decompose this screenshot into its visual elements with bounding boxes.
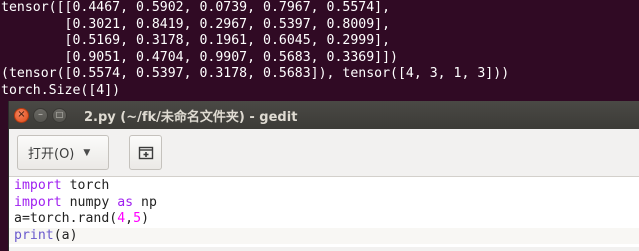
code-editor[interactable]: import torch import numpy as np a=torch.…: [9, 177, 639, 247]
code-token: numpy: [61, 194, 118, 210]
minimize-window-button[interactable]: –: [33, 107, 48, 123]
builtin-token: print: [14, 227, 54, 243]
maximize-icon: □: [55, 110, 64, 119]
number-token: 5: [133, 211, 142, 226]
terminal-line: [0.5169, 0.3178, 0.1961, 0.6045, 0.2999]…: [1, 33, 391, 48]
code-token: ,: [125, 211, 134, 226]
minimize-icon: –: [38, 109, 43, 120]
code-line-1: import torch: [14, 178, 639, 195]
code-token: np: [133, 194, 157, 210]
toolbar: 打开(O) ▼: [9, 129, 639, 177]
terminal-line: [0.9051, 0.4704, 0.9907, 0.5683, 0.3369]…: [1, 49, 398, 65]
maximize-window-button[interactable]: □: [52, 107, 67, 123]
terminal-line: [0.3021, 0.8419, 0.2967, 0.5397, 0.8009]…: [1, 16, 391, 32]
close-icon: ×: [17, 109, 26, 120]
code-token: a=torch.rand(: [14, 211, 118, 226]
terminal-output: tensor([[0.4467, 0.5902, 0.0739, 0.7967,…: [0, 0, 639, 100]
terminal-line: torch.Size([4]): [1, 82, 121, 98]
terminal-line: tensor([[0.4467, 0.5902, 0.0739, 0.7967,…: [1, 0, 391, 15]
code-token: torch: [61, 178, 110, 193]
terminal-line: (tensor([0.5574, 0.5397, 0.3178, 0.5683]…: [1, 66, 510, 81]
gedit-window: × – □ 2.py (~/fk/未命名文件夹) - gedit 打开(O) ▼…: [8, 101, 639, 251]
code-line-3: a=torch.rand(4,5): [14, 211, 639, 228]
new-tab-icon: [138, 146, 153, 159]
code-token: (a): [53, 227, 78, 243]
keyword-token: import: [14, 178, 62, 193]
chevron-down-icon: ▼: [83, 147, 91, 158]
code-line-2: import numpy as np: [14, 195, 639, 212]
open-button-label: 打开(O): [28, 147, 75, 162]
window-title: 2.py (~/fk/未命名文件夹) - gedit: [84, 109, 298, 125]
keyword-token: as: [117, 194, 134, 210]
number-token: 4: [117, 211, 126, 226]
new-document-button[interactable]: [129, 135, 162, 170]
code-token: ): [141, 211, 150, 226]
keyword-token: import: [14, 194, 62, 210]
open-file-button[interactable]: 打开(O) ▼: [17, 135, 109, 170]
close-window-button[interactable]: ×: [14, 107, 29, 123]
window-titlebar[interactable]: × – □ 2.py (~/fk/未命名文件夹) - gedit: [9, 101, 639, 129]
code-line-4: print(a): [9, 227, 639, 244]
